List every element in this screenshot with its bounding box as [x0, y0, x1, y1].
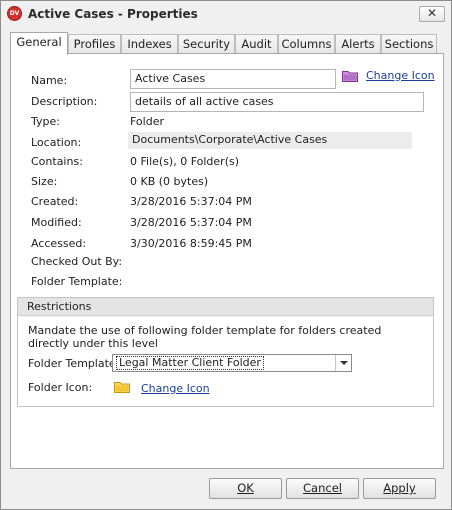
- close-button[interactable]: ✕: [419, 6, 445, 22]
- location-label: Location:: [31, 136, 82, 149]
- properties-dialog: DV Active Cases - Properties ✕ General P…: [0, 0, 452, 510]
- modified-value: 3/28/2016 5:37:04 PM: [130, 216, 252, 229]
- accessed-value: 3/30/2016 8:59:45 PM: [130, 237, 252, 250]
- ok-button[interactable]: OK: [209, 478, 282, 499]
- tab-profiles[interactable]: Profiles: [68, 34, 121, 54]
- created-label: Created:: [31, 195, 79, 208]
- folder-template-selected-value: Legal Matter Client Folder: [116, 356, 264, 370]
- app-logo-icon: DV: [7, 6, 22, 21]
- contains-value: 0 File(s), 0 Folder(s): [130, 155, 240, 168]
- location-value: Documents\Corporate\Active Cases: [128, 132, 412, 149]
- name-input[interactable]: Active Cases: [130, 69, 336, 89]
- contains-label: Contains:: [31, 155, 83, 168]
- restrictions-group: Restrictions Mandate the use of followin…: [17, 297, 434, 407]
- folder-template-select[interactable]: Legal Matter Client Folder: [112, 354, 352, 372]
- restriction-change-icon-link[interactable]: Change Icon: [141, 382, 210, 395]
- cancel-button[interactable]: Cancel: [286, 478, 359, 499]
- folder-icon[interactable]: [342, 70, 358, 82]
- size-value: 0 KB (0 bytes): [130, 175, 209, 188]
- tab-general[interactable]: General: [10, 32, 68, 55]
- description-input[interactable]: details of all active cases: [130, 92, 424, 112]
- tab-indexes[interactable]: Indexes: [121, 34, 178, 54]
- close-icon: ✕: [426, 6, 438, 20]
- modified-label: Modified:: [31, 216, 82, 229]
- size-label: Size:: [31, 175, 58, 188]
- name-label: Name:: [31, 74, 68, 87]
- restrictions-title: Restrictions: [27, 300, 92, 313]
- tab-audit[interactable]: Audit: [235, 34, 278, 54]
- tab-alerts[interactable]: Alerts: [335, 34, 381, 54]
- chevron-down-icon[interactable]: [335, 355, 351, 371]
- accessed-label: Accessed:: [31, 237, 87, 250]
- restrictions-description: Mandate the use of following folder temp…: [28, 324, 382, 350]
- restriction-folder-icon-label: Folder Icon:: [28, 381, 93, 394]
- folder-icon[interactable]: [114, 381, 130, 393]
- window-title: Active Cases - Properties: [28, 7, 198, 21]
- general-tab-panel: Name: Active Cases Change Icon Descripti…: [10, 53, 444, 469]
- restrictions-body: Mandate the use of following folder temp…: [18, 317, 433, 406]
- checked-out-by-label: Checked Out By:: [31, 255, 123, 268]
- tab-strip: General Profiles Indexes Security Audit …: [10, 32, 444, 55]
- tab-columns[interactable]: Columns: [278, 34, 335, 54]
- tab-sections[interactable]: Sections: [381, 34, 437, 54]
- change-icon-link[interactable]: Change Icon: [366, 69, 435, 82]
- apply-button[interactable]: Apply: [363, 478, 436, 499]
- description-label: Description:: [31, 95, 98, 108]
- restrictions-header: Restrictions: [18, 298, 433, 316]
- type-value: Folder: [130, 115, 164, 128]
- tab-security[interactable]: Security: [178, 34, 235, 54]
- title-bar: DV Active Cases - Properties ✕: [1, 1, 451, 27]
- restriction-folder-template-label: Folder Template:: [28, 357, 120, 370]
- folder-template-label: Folder Template:: [31, 275, 123, 288]
- created-value: 3/28/2016 5:37:04 PM: [130, 195, 252, 208]
- type-label: Type:: [31, 115, 60, 128]
